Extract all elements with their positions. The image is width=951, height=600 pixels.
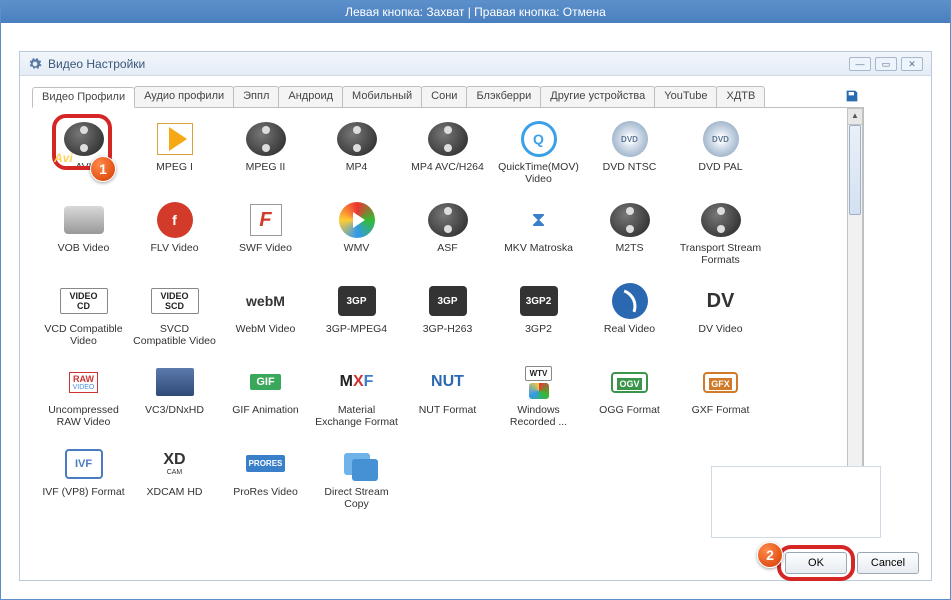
- format-prores[interactable]: PRORESProRes Video: [222, 443, 309, 512]
- format-mkv[interactable]: ⧗MKV Matroska: [495, 199, 582, 268]
- format-flv[interactable]: fFLV Video: [131, 199, 218, 268]
- format-real[interactable]: Real Video: [586, 280, 673, 349]
- format-xdcam[interactable]: XDCAMXDCAM HD: [131, 443, 218, 512]
- vertical-scrollbar[interactable]: ▲ ▼: [847, 108, 863, 488]
- format-grid: Avi AVI 1 MPEG I MPEG II MP4MP4 MP4 AVC/…: [40, 118, 843, 512]
- tab-blackberry[interactable]: Блэкберри: [466, 86, 541, 107]
- format-3gp2[interactable]: 3GP23GP2: [495, 280, 582, 349]
- format-mpeg1[interactable]: MPEG I: [131, 118, 218, 187]
- tab-other-devices[interactable]: Другие устройства: [540, 86, 655, 107]
- callout-2-badge: 2: [757, 542, 783, 568]
- format-raw[interactable]: RAWVIDEOUncompressed RAW Video: [40, 361, 127, 430]
- main-title-text: Левая кнопка: Захват | Правая кнопка: От…: [345, 5, 606, 19]
- format-vc3[interactable]: VC3/DNxHD: [131, 361, 218, 430]
- format-mp4avc[interactable]: MP4 AVC/H264: [404, 118, 491, 187]
- format-wtv[interactable]: WTVWindows Recorded ...: [495, 361, 582, 430]
- tab-apple[interactable]: Эппл: [233, 86, 279, 107]
- tab-mobile[interactable]: Мобильный: [342, 86, 422, 107]
- format-webm[interactable]: webMWebM Video: [222, 280, 309, 349]
- format-vob[interactable]: VOB Video: [40, 199, 127, 268]
- format-nut[interactable]: NUTNUT Format: [404, 361, 491, 430]
- scroll-up-button[interactable]: ▲: [848, 109, 862, 125]
- format-gif[interactable]: GIFGIF Animation: [222, 361, 309, 430]
- tab-youtube[interactable]: YouTube: [654, 86, 717, 107]
- maximize-button[interactable]: ▭: [875, 57, 897, 71]
- format-ogg[interactable]: OGVOGG Format: [586, 361, 673, 430]
- format-mpeg2[interactable]: MPEG II: [222, 118, 309, 187]
- main-titlebar: Левая кнопка: Захват | Правая кнопка: От…: [1, 1, 950, 23]
- format-wmv[interactable]: WMV: [313, 199, 400, 268]
- window-title: Видео Настройки: [48, 57, 145, 71]
- tab-hdtv[interactable]: ХДТВ: [716, 86, 765, 107]
- format-direct-stream[interactable]: Direct Stream Copy: [313, 443, 400, 512]
- tab-android[interactable]: Андроид: [278, 86, 343, 107]
- tab-video-profiles[interactable]: Видео Профили: [32, 87, 135, 108]
- cancel-button[interactable]: Cancel: [857, 552, 919, 574]
- format-avi[interactable]: Avi AVI 1: [40, 118, 127, 187]
- ok-highlight: [777, 545, 855, 581]
- tab-audio-profiles[interactable]: Аудио профили: [134, 86, 234, 107]
- format-gxf[interactable]: GFXGXF Format: [677, 361, 764, 430]
- save-icon[interactable]: [844, 88, 860, 104]
- format-m2ts[interactable]: M2TS: [586, 199, 673, 268]
- format-mp4[interactable]: MP4MP4: [313, 118, 400, 187]
- format-asf[interactable]: ASF: [404, 199, 491, 268]
- format-dv[interactable]: DVDV Video: [677, 280, 764, 349]
- tab-strip: Видео Профили Аудио профили Эппл Андроид…: [32, 86, 864, 108]
- gear-icon: [28, 57, 42, 71]
- format-3gp-mpeg4[interactable]: 3GP3GP-MPEG4: [313, 280, 400, 349]
- format-3gp-h263[interactable]: 3GP3GP-H263: [404, 280, 491, 349]
- tab-sony[interactable]: Сони: [421, 86, 467, 107]
- format-vcd[interactable]: VIDEO CDVCD Compatible Video: [40, 280, 127, 349]
- format-mxf[interactable]: MXFMaterial Exchange Format: [313, 361, 400, 430]
- preview-panel: [711, 466, 881, 538]
- format-quicktime[interactable]: QQuickTime(MOV) Video: [495, 118, 582, 187]
- scroll-thumb[interactable]: [849, 125, 861, 215]
- close-button[interactable]: ✕: [901, 57, 923, 71]
- format-svcd[interactable]: VIDEO SCDSVCD Compatible Video: [131, 280, 218, 349]
- format-swf[interactable]: FSWF Video: [222, 199, 309, 268]
- window-titlebar: Видео Настройки — ▭ ✕: [20, 52, 931, 76]
- settings-window: Видео Настройки — ▭ ✕ Видео Профили Ауди…: [19, 51, 932, 581]
- format-ivf[interactable]: IVFIVF (VP8) Format: [40, 443, 127, 512]
- dialog-footer: 2 OK Cancel: [20, 546, 931, 580]
- minimize-button[interactable]: —: [849, 57, 871, 71]
- format-dvd-pal[interactable]: DVDDVD PAL: [677, 118, 764, 187]
- format-ts[interactable]: Transport Stream Formats: [677, 199, 764, 268]
- format-dvd-ntsc[interactable]: DVDDVD NTSC: [586, 118, 673, 187]
- callout-1-badge: 1: [90, 156, 116, 182]
